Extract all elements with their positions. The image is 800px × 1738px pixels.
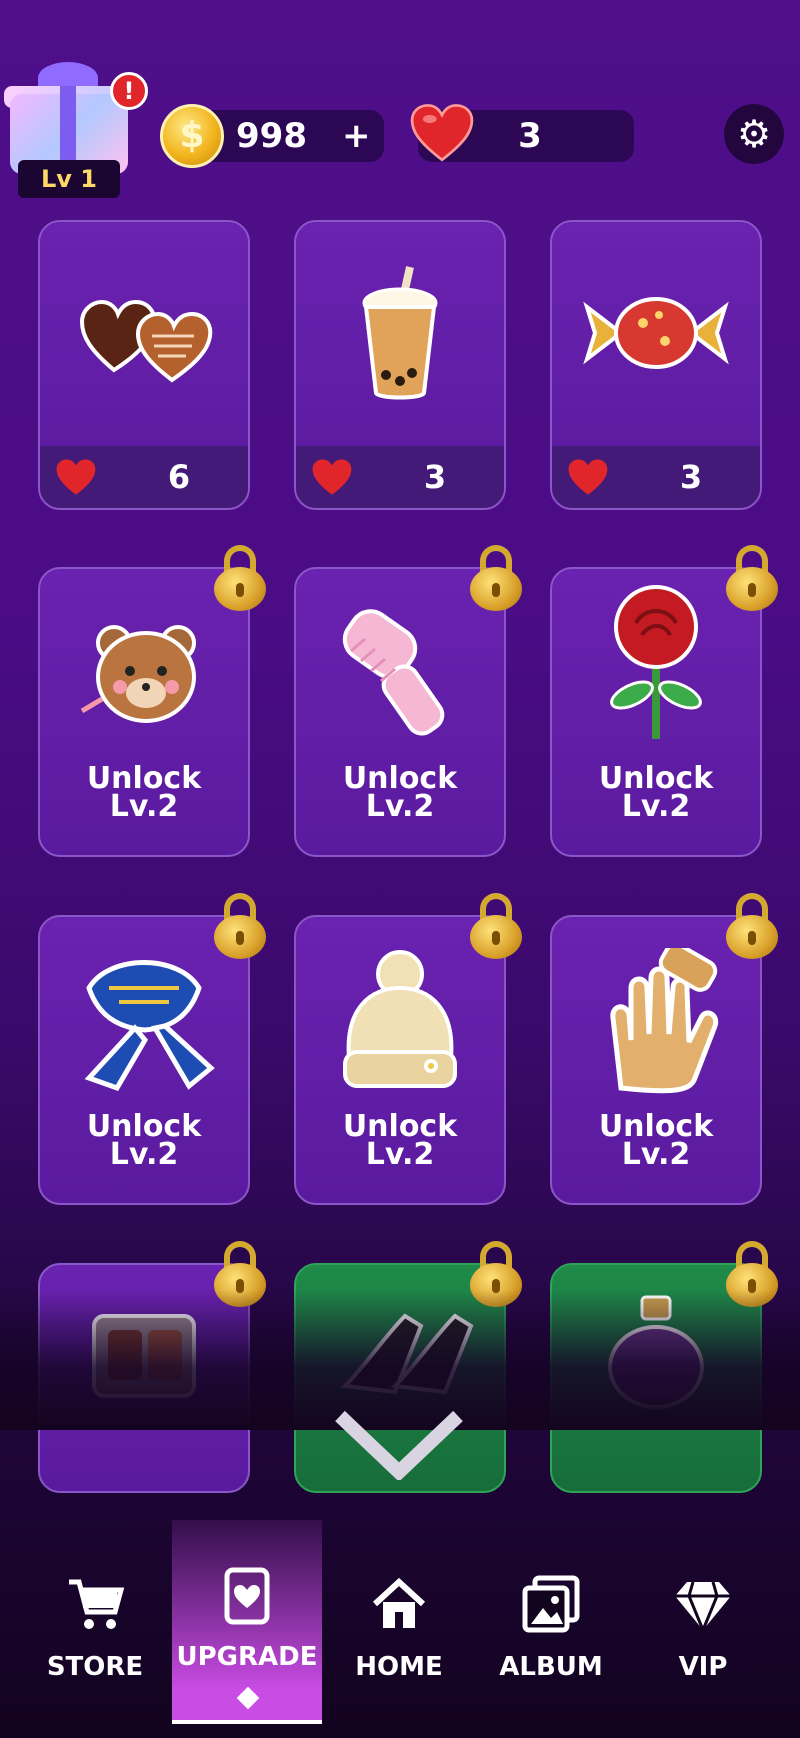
heart-card-icon [224, 1567, 270, 1625]
tab-album[interactable]: ALBUM [476, 1520, 626, 1720]
scarf-icon [66, 943, 222, 1103]
unlock-level: Lv.2 [109, 1137, 179, 1172]
home-icon [372, 1577, 426, 1628]
coin-icon: $ [160, 104, 224, 168]
settings-button[interactable]: ⚙ [724, 104, 784, 164]
tab-home[interactable]: HOME [324, 1520, 474, 1720]
red-rose-icon [578, 583, 734, 743]
heart-icon [410, 104, 474, 162]
unlock-level: Lv.2 [621, 789, 691, 824]
tab-vip[interactable]: VIP [628, 1520, 778, 1720]
tab-album-label: ALBUM [499, 1652, 603, 1682]
tab-store[interactable]: STORE [20, 1520, 170, 1720]
chevron-down-icon[interactable] [334, 1410, 464, 1480]
unlock-level: Lv.2 [365, 789, 435, 824]
tab-vip-label: VIP [678, 1652, 728, 1682]
lock-icon [470, 893, 522, 959]
heart-icon [568, 459, 608, 495]
scroll-fade [0, 1290, 800, 1430]
lock-icon [726, 545, 778, 611]
lock-icon [470, 545, 522, 611]
item-card-candy[interactable]: 3 [550, 220, 762, 510]
price-value: 3 [679, 458, 703, 496]
cart-icon [69, 1579, 125, 1629]
tab-home-label: HOME [355, 1652, 443, 1682]
bubble-tea-icon [322, 248, 478, 418]
add-coins-button[interactable]: + [342, 112, 372, 160]
lock-icon [214, 893, 266, 959]
unlock-level: Lv.2 [365, 1137, 435, 1172]
unlock-level: Lv.2 [109, 789, 179, 824]
tab-upgrade-label: UPGRADE [176, 1642, 318, 1672]
gift-box-icon[interactable] [4, 62, 132, 174]
tab-store-label: STORE [46, 1652, 144, 1682]
gear-icon: ⚙ [736, 112, 772, 156]
diamond-icon [675, 1581, 731, 1634]
price-value: 6 [167, 458, 191, 496]
glove-icon [578, 943, 734, 1103]
album-icon [522, 1575, 580, 1633]
unlock-level: Lv.2 [621, 1137, 691, 1172]
pink-comb-icon [322, 595, 478, 755]
chocolates-icon [66, 248, 222, 418]
price-bar: 6 [40, 446, 248, 508]
item-card-bubble-tea[interactable]: 3 [294, 220, 506, 510]
bottom-nav: STORE UPGRADE HOME ALBUM VIP [0, 1520, 800, 1738]
price-value: 3 [423, 458, 447, 496]
heart-count: 3 [518, 116, 542, 156]
teddy-bear-keychain-icon [66, 595, 222, 755]
level-badge: Lv 1 [18, 160, 120, 198]
candy-icon [578, 248, 734, 418]
heart-icon [312, 459, 352, 495]
price-bar: 3 [552, 446, 760, 508]
item-card-chocolates[interactable]: 6 [38, 220, 250, 510]
coin-count: 998 [236, 116, 307, 156]
lock-icon [214, 545, 266, 611]
knit-hat-icon [322, 943, 478, 1103]
heart-icon [56, 459, 96, 495]
price-bar: 3 [296, 446, 504, 508]
alert-badge: ! [110, 72, 148, 110]
lock-icon [726, 893, 778, 959]
